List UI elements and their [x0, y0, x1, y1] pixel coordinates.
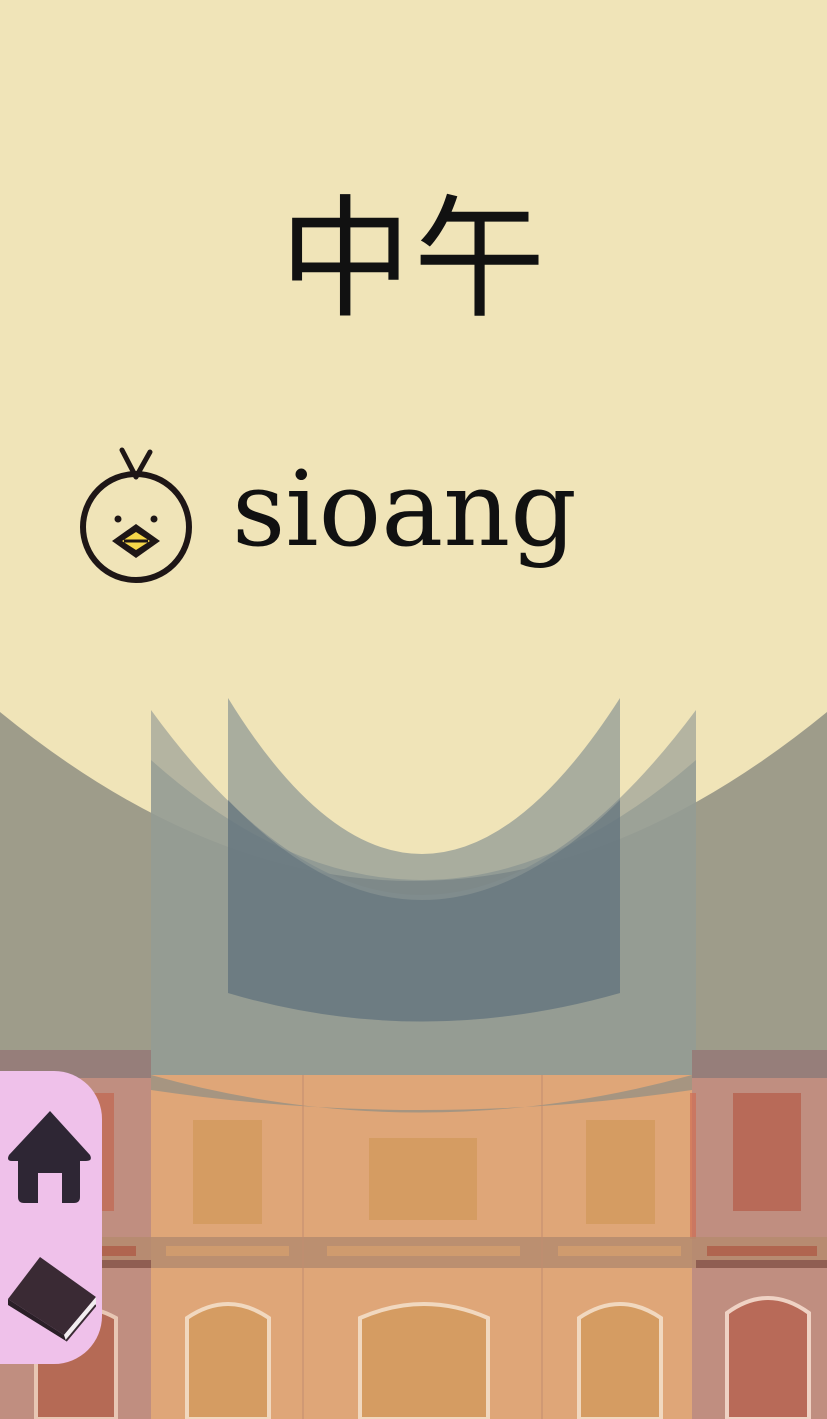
right-column-edge — [690, 1093, 696, 1239]
book-icon[interactable] — [4, 1249, 97, 1349]
cornice-strip — [707, 1246, 817, 1256]
cornice-strip — [100, 1246, 136, 1256]
chick-icon[interactable] — [78, 442, 196, 588]
side-menu — [0, 1071, 102, 1364]
window — [369, 1138, 477, 1220]
window — [586, 1120, 655, 1224]
arch-window — [577, 1302, 663, 1419]
pronunciation-row: sioang — [78, 440, 577, 590]
arch-window — [185, 1302, 271, 1419]
cornice-strip — [558, 1246, 681, 1256]
cornice-strip — [327, 1246, 520, 1256]
home-icon[interactable] — [4, 1105, 96, 1205]
cornice-dark — [696, 1260, 827, 1268]
arch-window — [358, 1302, 490, 1419]
cornice-strip — [166, 1246, 289, 1256]
romanization-text: sioang — [232, 448, 577, 570]
building-right-roofline — [692, 1050, 827, 1078]
window — [193, 1120, 262, 1224]
arch-window — [725, 1296, 811, 1419]
hanzi-word: 中午 — [279, 183, 548, 337]
window — [733, 1093, 801, 1211]
